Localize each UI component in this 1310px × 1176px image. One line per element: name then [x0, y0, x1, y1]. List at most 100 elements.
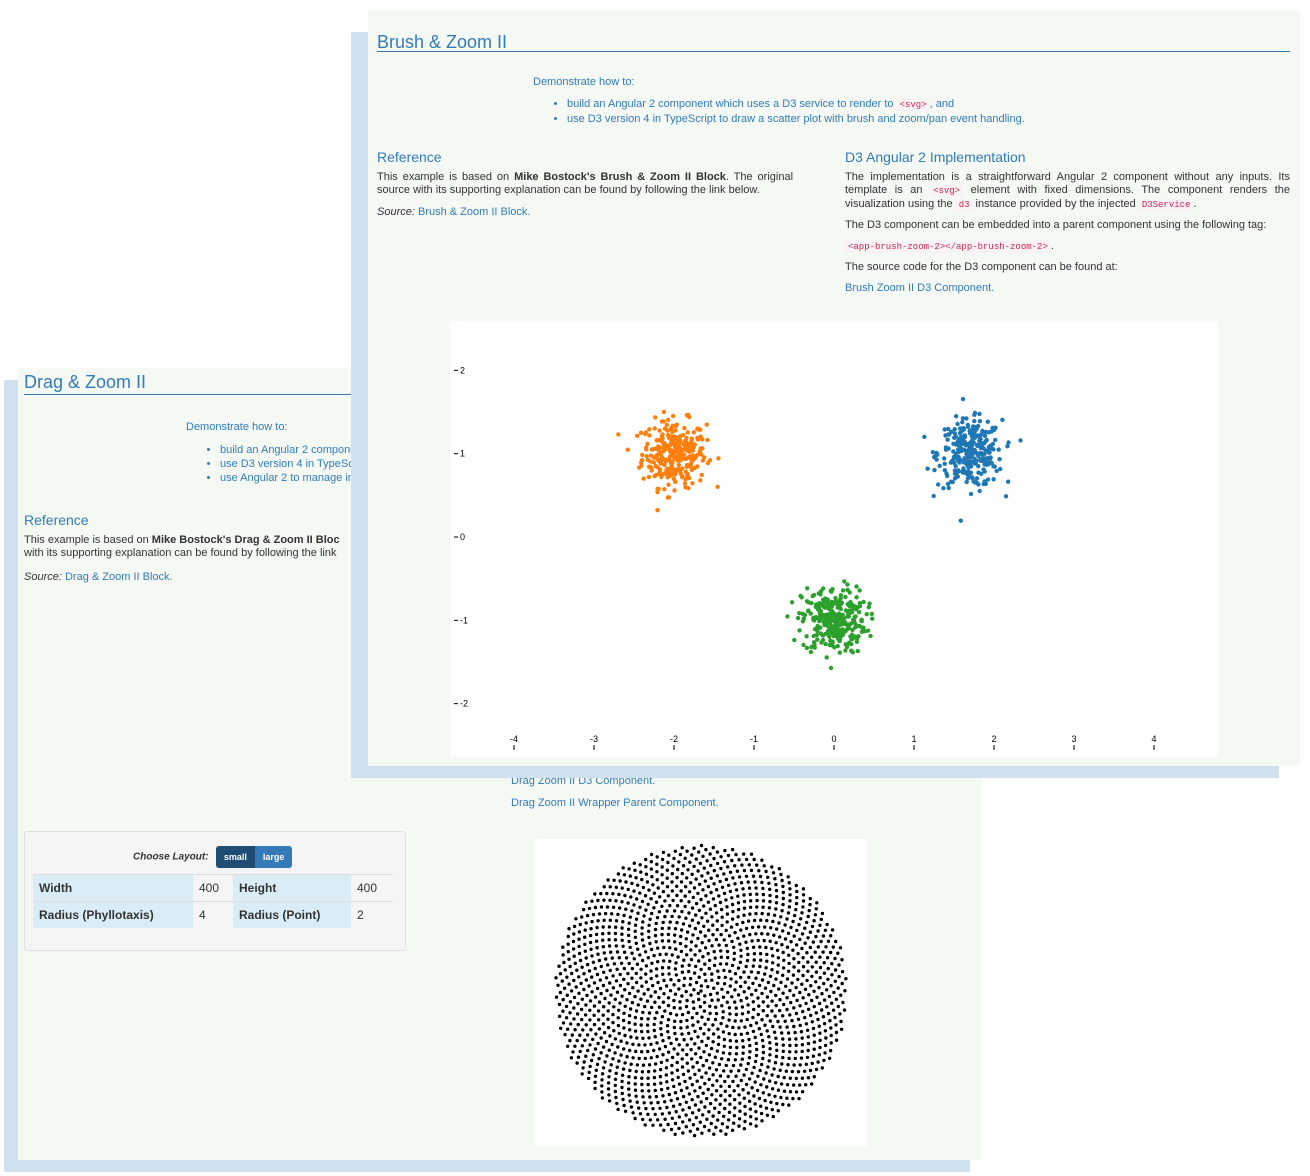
phyllotaxis-point — [734, 1012, 739, 1017]
scatter-point — [827, 612, 832, 617]
phyllotaxis-point — [646, 1076, 650, 1080]
phyllotaxis-point — [581, 907, 586, 912]
phyllotaxis-point — [726, 1118, 731, 1122]
brush-zoom-source-link[interactable]: Brush & Zoom II Block. — [418, 206, 530, 218]
phyllotaxis-point — [738, 1101, 742, 1105]
phyllotaxis-point — [640, 1089, 644, 1093]
phyllotaxis-point — [767, 1035, 771, 1039]
phyllotaxis-point — [613, 1083, 617, 1088]
phyllotaxis-point — [643, 1056, 647, 1061]
phyllotaxis-point — [707, 928, 711, 932]
scatter-point — [945, 437, 950, 442]
phyllotaxis-point — [661, 1094, 665, 1098]
phyllotaxis-point — [812, 919, 816, 923]
phyllotaxis-point — [781, 1049, 785, 1053]
phyllotaxis-point — [788, 887, 792, 891]
phyllotaxis-point — [792, 957, 796, 961]
layout-large-button[interactable]: large — [254, 846, 293, 868]
phyllotaxis-point — [711, 1061, 715, 1065]
phyllotaxis-point — [605, 905, 610, 909]
phyllotaxis-point — [818, 1045, 822, 1050]
impl-component-link[interactable]: Brush Zoom II D3 Component. — [845, 282, 994, 294]
phyllotaxis-point — [573, 1044, 577, 1048]
phyllotaxis-point — [793, 1030, 797, 1035]
y-tick-label: 1 — [460, 449, 465, 459]
phyllotaxis-point — [780, 878, 784, 883]
phyllotaxis-point — [730, 847, 735, 852]
scatter-point — [960, 416, 966, 421]
scatter-point — [684, 440, 689, 445]
scatter-chart[interactable]: 2 1 0 -1 -2 -4 -3 -2 -1 0 1 2 3 4 — [450, 321, 1218, 757]
drag-zoom-source-link[interactable]: Drag & Zoom II Block. — [65, 571, 173, 583]
phyllotaxis-point — [627, 1093, 631, 1097]
phyllotaxis-point — [742, 899, 747, 904]
phyllotaxis-point — [734, 980, 738, 984]
phyllotaxis-point — [602, 918, 606, 922]
phyllotaxis-point — [666, 932, 671, 937]
phyllotaxis-point — [596, 1009, 601, 1013]
impl-code-d3service: D3Service — [1138, 199, 1194, 211]
phyllotaxis-point — [638, 1112, 643, 1116]
phyllotaxis-point — [695, 1060, 699, 1065]
drag-zoom-wrapper-link[interactable]: Drag Zoom II Wrapper Parent Component. — [511, 797, 719, 809]
phyllotaxis-point — [593, 1080, 597, 1084]
layout-small-button[interactable]: small — [215, 846, 255, 868]
phyllotaxis-point — [628, 874, 632, 878]
phyllotaxis-point — [758, 874, 763, 879]
phyllotaxis-point — [827, 994, 832, 999]
scatter-point — [946, 446, 951, 451]
phyllotaxis-point — [662, 992, 666, 996]
phyllotaxis-point — [788, 899, 792, 903]
scatter-point — [958, 518, 963, 523]
phyllotaxis-point — [704, 979, 708, 983]
phyllotaxis-point — [687, 1118, 692, 1122]
phyllotaxis-canvas[interactable] — [535, 839, 867, 1147]
phyllotaxis-point — [678, 1102, 682, 1107]
scatter-point — [955, 421, 960, 427]
phyllotaxis-point — [572, 995, 577, 1000]
phyllotaxis-point — [595, 1062, 600, 1067]
phyllotaxis-point — [801, 887, 806, 891]
phyllotaxis-point — [670, 880, 674, 884]
phyllotaxis-point — [633, 1022, 637, 1026]
phyllotaxis-point — [785, 1083, 790, 1087]
phyllotaxis-point — [820, 1066, 824, 1070]
phyllotaxis-point — [663, 1009, 667, 1013]
phyllotaxis-point — [727, 1018, 731, 1022]
phyllotaxis-point — [765, 1113, 770, 1117]
phyllotaxis-point — [799, 1030, 804, 1034]
phyllotaxis-svg[interactable] — [535, 839, 867, 1147]
phyllotaxis-point — [609, 993, 613, 997]
phyllotaxis-point — [679, 1026, 683, 1030]
phyllotaxis-point — [617, 1059, 621, 1063]
scatter-point — [998, 466, 1003, 472]
phyllotaxis-point — [834, 1023, 838, 1027]
phyllotaxis-point — [760, 858, 764, 862]
phyllotaxis-point — [700, 1039, 704, 1044]
phyllotaxis-point — [741, 1045, 745, 1049]
scatter-svg[interactable]: 210-1-2-4 -3 -2 -1 0 1 2 3 4 — [450, 321, 1218, 757]
scatter-point — [825, 631, 830, 636]
phyllotaxis-point — [742, 868, 747, 873]
phyllotaxis-point — [567, 957, 571, 961]
scatter-point — [962, 456, 967, 461]
phyllotaxis-point — [723, 975, 727, 979]
phyllotaxis-point — [632, 903, 636, 907]
scatter-point — [985, 419, 990, 424]
phyllotaxis-point — [794, 1043, 798, 1047]
phyllotaxis-point — [687, 911, 691, 915]
phyllotaxis-point — [615, 1101, 619, 1106]
phyllotaxis-point — [732, 1121, 736, 1125]
phyllotaxis-point — [755, 898, 759, 903]
scatter-point — [868, 633, 873, 639]
phyllotaxis-point — [822, 961, 826, 965]
phyllotaxis-point — [806, 960, 810, 964]
phyllotaxis-point — [646, 956, 650, 960]
phyllotaxis-point — [651, 883, 655, 887]
phyllotaxis-point — [673, 1121, 678, 1126]
scatter-point — [700, 437, 705, 442]
phyllotaxis-point — [727, 1032, 731, 1036]
phyllotaxis-point — [563, 968, 567, 972]
phyllotaxis-point — [593, 966, 597, 971]
phyllotaxis-point — [814, 934, 818, 939]
